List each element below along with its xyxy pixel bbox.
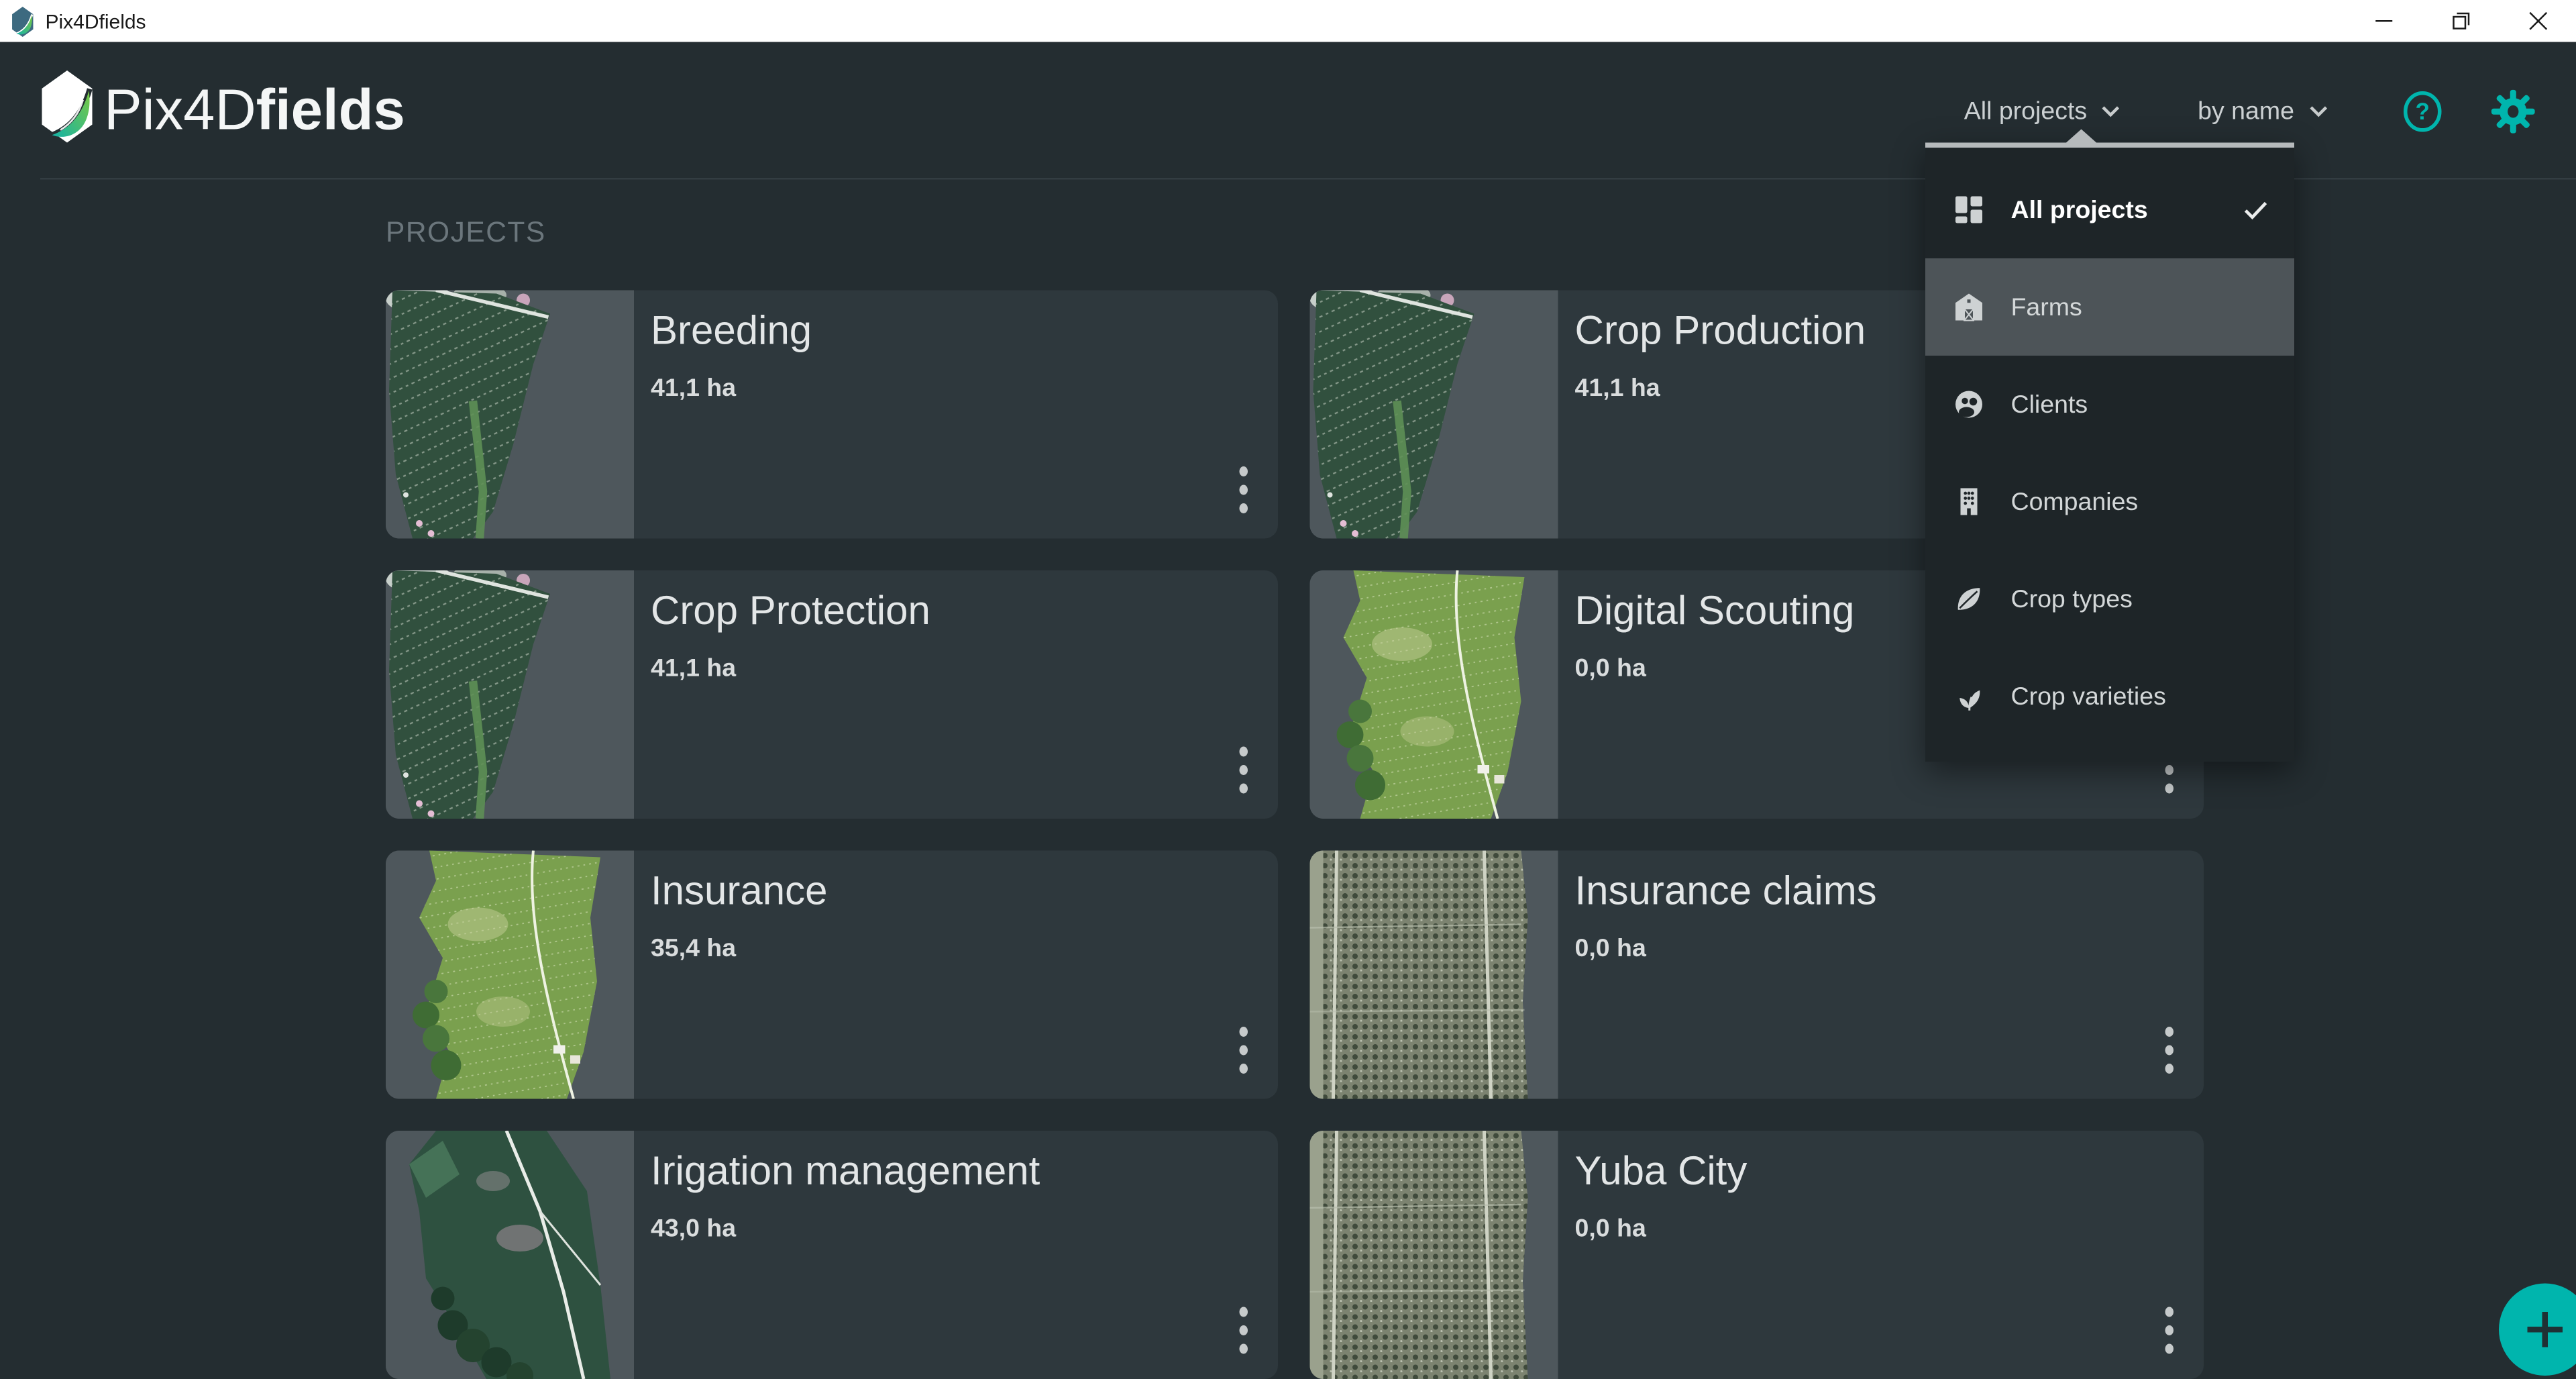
- gear-icon: [2491, 88, 2536, 134]
- project-card-insurance[interactable]: Insurance 35,4 ha: [386, 851, 1278, 1099]
- window-controls: [2345, 0, 2576, 42]
- sort-dropdown[interactable]: by name: [2198, 97, 2328, 125]
- project-thumbnail: [386, 291, 634, 539]
- project-name: Crop Protection: [651, 589, 930, 636]
- project-card-insurance-claims[interactable]: Insurance claims 0,0 ha: [1310, 851, 2204, 1099]
- menu-item-companies[interactable]: Companies: [1925, 453, 2294, 550]
- project-options-button[interactable]: [1233, 1020, 1255, 1080]
- project-card-breeding[interactable]: Breeding 41,1 ha: [386, 291, 1278, 539]
- projects-filter-label: All projects: [1964, 97, 2087, 125]
- grid-icon: [1954, 195, 1984, 225]
- close-icon: [2528, 12, 2547, 31]
- project-thumbnail: [386, 1131, 634, 1379]
- project-area: 0,0 ha: [1575, 935, 1877, 964]
- minimize-icon: [2374, 12, 2393, 31]
- project-name: Digital Scouting: [1575, 589, 1855, 636]
- project-card-yuba-city[interactable]: Yuba City 0,0 ha: [1310, 1131, 2204, 1379]
- app-window: Pix4Dfields: [0, 0, 2576, 1379]
- project-card-irigation-management[interactable]: Irigation management 43,0 ha: [386, 1131, 1278, 1379]
- minimize-button[interactable]: [2345, 0, 2422, 42]
- chevron-down-icon: [2102, 105, 2121, 117]
- project-thumbnail: [1310, 851, 1558, 1099]
- project-options-button[interactable]: [2159, 1300, 2181, 1361]
- plus-icon: [2522, 1307, 2568, 1353]
- close-button[interactable]: [2499, 0, 2576, 42]
- project-thumbnail: [1310, 570, 1558, 819]
- clients-icon: [1954, 389, 1984, 419]
- settings-button[interactable]: [2491, 88, 2536, 134]
- project-name: Insurance claims: [1575, 869, 1877, 916]
- sprout-icon: [1954, 681, 1984, 711]
- brand-logo-icon: [42, 70, 93, 151]
- svg-text:?: ?: [2416, 98, 2430, 124]
- restore-button[interactable]: [2422, 0, 2499, 42]
- projects-filter-dropdown[interactable]: All projects: [1964, 97, 2121, 125]
- project-thumbnail: [1310, 1131, 1558, 1379]
- project-area: 41,1 ha: [1575, 374, 1866, 403]
- project-options-button[interactable]: [1233, 740, 1255, 801]
- project-thumbnail: [1310, 291, 1558, 539]
- building-icon: [1954, 487, 1984, 517]
- project-area: 41,1 ha: [651, 654, 930, 683]
- project-thumbnail: [386, 851, 634, 1099]
- menu-item-crop-varieties[interactable]: Crop varieties: [1925, 648, 2294, 745]
- project-area: 43,0 ha: [651, 1215, 1040, 1243]
- project-options-button[interactable]: [2159, 1020, 2181, 1080]
- project-name: Crop Production: [1575, 309, 1866, 356]
- projects-filter-menu: All projects Farms Clients: [1925, 143, 2294, 762]
- menu-item-crop-types[interactable]: Crop types: [1925, 550, 2294, 648]
- menu-item-farms[interactable]: Farms: [1925, 258, 2294, 356]
- project-options-button[interactable]: [1233, 460, 1255, 520]
- menu-item-all-projects[interactable]: All projects: [1925, 161, 2294, 258]
- project-thumbnail: [386, 570, 634, 819]
- app-logo-icon: [12, 6, 36, 36]
- leaf-icon: [1954, 584, 1984, 614]
- menu-item-clients[interactable]: Clients: [1925, 356, 2294, 453]
- project-area: 0,0 ha: [1575, 1215, 1748, 1243]
- project-area: 0,0 ha: [1575, 654, 1855, 683]
- help-button[interactable]: ?: [2402, 90, 2444, 132]
- project-card-crop-protection[interactable]: Crop Protection 41,1 ha: [386, 570, 1278, 819]
- chevron-down-icon: [2310, 105, 2328, 117]
- project-name: Breeding: [651, 309, 812, 356]
- project-name: Irigation management: [651, 1150, 1040, 1196]
- barn-icon: [1954, 292, 1984, 322]
- project-name: Insurance: [651, 869, 828, 916]
- restore-icon: [2451, 12, 2470, 31]
- check-icon: [2244, 201, 2267, 219]
- project-area: 35,4 ha: [651, 935, 828, 964]
- brand: Pix4Dfields: [42, 70, 405, 151]
- brand-name: Pix4Dfields: [104, 78, 405, 144]
- sort-label: by name: [2198, 97, 2294, 125]
- project-name: Yuba City: [1575, 1150, 1748, 1196]
- project-area: 41,1 ha: [651, 374, 812, 403]
- window-title: Pix4Dfields: [46, 9, 146, 33]
- window-titlebar: Pix4Dfields: [0, 0, 2576, 42]
- project-options-button[interactable]: [1233, 1300, 1255, 1361]
- help-icon: ?: [2402, 90, 2444, 132]
